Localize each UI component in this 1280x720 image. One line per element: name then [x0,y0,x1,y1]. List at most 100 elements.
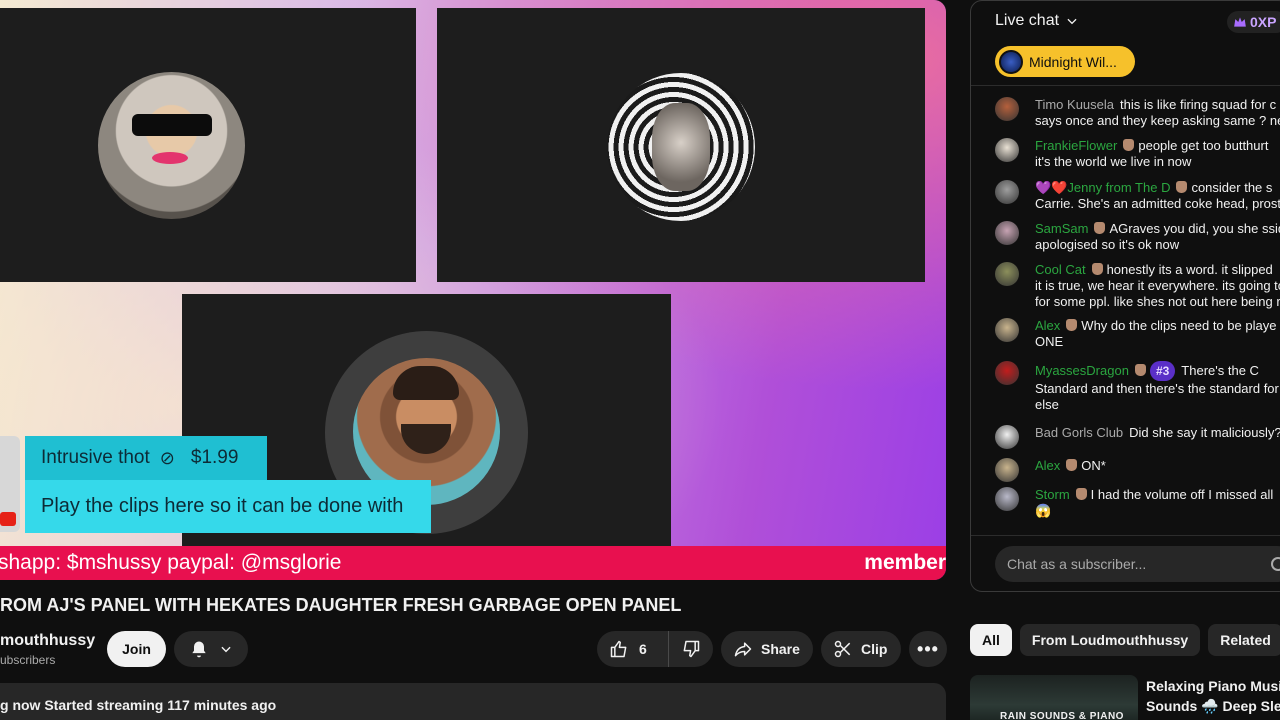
superchat-header: Intrusive thot ⊘ $1.99 [25,436,267,480]
xp-value: 0XP [1250,14,1277,30]
channel-name[interactable]: mouthhussy [0,632,95,650]
chat-message-text: Alex Why do the clips need to be playe ONE [1035,318,1280,350]
chat-message-line: Did she say it maliciously? [1129,425,1280,440]
chat-author-avatar[interactable] [995,138,1019,162]
rank-badge: #3 [1149,361,1176,381]
chat-message-line: people get too butthurt [1138,138,1269,153]
recommended-video-title[interactable]: Relaxing Piano Music Sounds 🌧️ Deep Slee [1146,676,1280,716]
chevron-down-icon [221,646,231,653]
chat-author-avatar[interactable] [995,180,1019,204]
chat-message-line: it is true, we hear it everywhere. its g… [1035,278,1280,293]
chip-related[interactable]: Related [1208,624,1280,656]
chat-message-line: Why do the clips need to be playe [1081,318,1277,333]
chat-author-avatar[interactable] [995,425,1019,449]
chat-message-text: MyassesDragon #3 There's the C Standard and… [1035,361,1280,413]
chat-message-line: consider the s [1191,180,1273,195]
chip-from-channel[interactable]: From Loudmouthhussy [1019,624,1201,656]
chat-input-placeholder: Chat as a subscriber... [1007,556,1147,572]
youtube-logo-icon [0,512,16,526]
chat-author-name[interactable]: Alex [1035,318,1060,333]
pinned-avatar [999,49,1023,74]
chat-message-line: it's the world we live in now [1035,154,1192,169]
chat-author-avatar[interactable] [995,361,1019,385]
rec-title-line-2: Sounds 🌧️ Deep Slee [1146,698,1280,714]
lips [152,152,188,164]
chat-message-line: Carrie. She's an admitted coke head, pro… [1035,196,1280,211]
member-badge-icon [1066,319,1078,331]
emoji-icon[interactable] [1271,557,1280,571]
block-icon: ⊘ [159,447,175,468]
sunglasses [132,114,212,136]
subscribed-notifications-button[interactable] [174,631,248,667]
chevron-down-icon [1067,18,1077,25]
superchat-amount: $1.99 [190,447,239,468]
chat-author-name[interactable]: FrankieFlower [1035,138,1117,153]
chat-author-avatar[interactable] [995,318,1019,342]
chat-author-avatar[interactable] [995,487,1019,511]
member-badge-icon [1075,488,1087,500]
member-badge-icon [1123,139,1135,151]
share-icon [734,642,752,657]
superchat-message: Play the clips here so it can be done wi… [25,480,431,533]
superchat-name: Intrusive thot [41,447,150,468]
share-label: Share [761,641,800,657]
participant-avatar-2 [607,73,755,221]
chat-messages: Timo Kuusela this is like firing squad fo… [971,87,1280,535]
member-badge-icon [1066,459,1078,471]
chat-message-line: honestly its a word. it slipped [1106,262,1273,277]
chat-message-text: Alex ON* [1035,458,1280,474]
description-status: g now Started streaming 117 minutes ago [0,697,276,713]
dislike-button[interactable] [669,639,713,659]
chat-message-text: 💜❤️Jenny from The D consider the s Carrie.… [1035,180,1280,212]
chat-author-avatar[interactable] [995,262,1019,286]
chat-author-name[interactable]: Alex [1035,458,1060,473]
chat-author-name[interactable]: Bad Gorls Club [1035,425,1123,440]
chat-message-text: Bad Gorls Club Did she say it maliciously… [1035,425,1280,441]
join-button[interactable]: Join [107,631,166,667]
chat-author-name[interactable]: 💜❤️Jenny from The D [1035,180,1170,195]
chat-author-avatar[interactable] [995,458,1019,482]
clip-button[interactable]: Clip [821,631,901,667]
share-button[interactable]: Share [721,631,813,667]
member-badge-icon [1176,181,1188,193]
xp-badge[interactable]: 0XP [1227,11,1280,33]
like-button[interactable]: 6 [597,631,669,667]
live-chat-title: Live chat [995,12,1060,29]
chat-author-name[interactable]: SamSam [1035,221,1088,236]
pinned-ticker-item[interactable]: Midnight Wil... [995,46,1135,77]
chat-message-line: apologised so it's ok now [1035,237,1180,252]
chat-author-name[interactable]: Cool Cat [1035,262,1086,277]
chat-message-line: says once and they keep asking same ? ne [1035,113,1280,128]
chat-message-text: Cool Cat honestly its a word. it slipped i… [1035,262,1280,310]
member-badge-icon [1094,222,1106,234]
like-count: 6 [639,641,647,657]
chat-author-name[interactable]: MyassesDragon [1035,363,1129,378]
channel-subscribers: ubscribers [0,653,56,667]
recommended-video-thumbnail[interactable]: RAIN SOUNDS & PIANO [970,675,1138,720]
chat-input-divider [971,535,1280,536]
more-horizontal-icon: ••• [917,638,939,659]
chat-author-avatar[interactable] [995,97,1019,121]
like-dislike-group: 6 [597,631,713,667]
thumbs-up-icon [610,640,627,658]
chat-message-line: ONE [1035,334,1064,349]
chat-message-line: AGraves you did, you she ssid [1109,221,1280,236]
rec-title-line-1: Relaxing Piano Music [1146,678,1280,694]
video-player[interactable]: Intrusive thot ⊘ $1.99 Play the clips he… [0,0,946,580]
chat-message-line: for some ppl. like shes not out here bei… [1035,294,1280,309]
thumbs-down-icon [683,640,700,658]
chat-author-avatar[interactable] [995,221,1019,245]
chip-all[interactable]: All [970,624,1012,656]
chat-author-name[interactable]: Timo Kuusela [1035,97,1114,112]
more-actions-button[interactable]: ••• [909,631,947,667]
recommendation-chips: All From Loudmouthhussy Related [970,624,1280,656]
live-chat-mode-dropdown[interactable]: Live chat [995,12,1079,30]
chat-message-line: else [1035,397,1059,412]
scissors-icon [834,640,851,658]
bell-icon [191,641,207,658]
chat-message-line: Standard and then there's the standard f… [1035,381,1279,396]
chat-input[interactable]: Chat as a subscriber... [995,546,1280,582]
chat-message-line: this is like firing squad for c [1120,97,1277,112]
chat-author-name[interactable]: Storm [1035,487,1070,502]
stream-ticker: shapp: $mshussy paypal: @msglorie member [0,546,946,580]
